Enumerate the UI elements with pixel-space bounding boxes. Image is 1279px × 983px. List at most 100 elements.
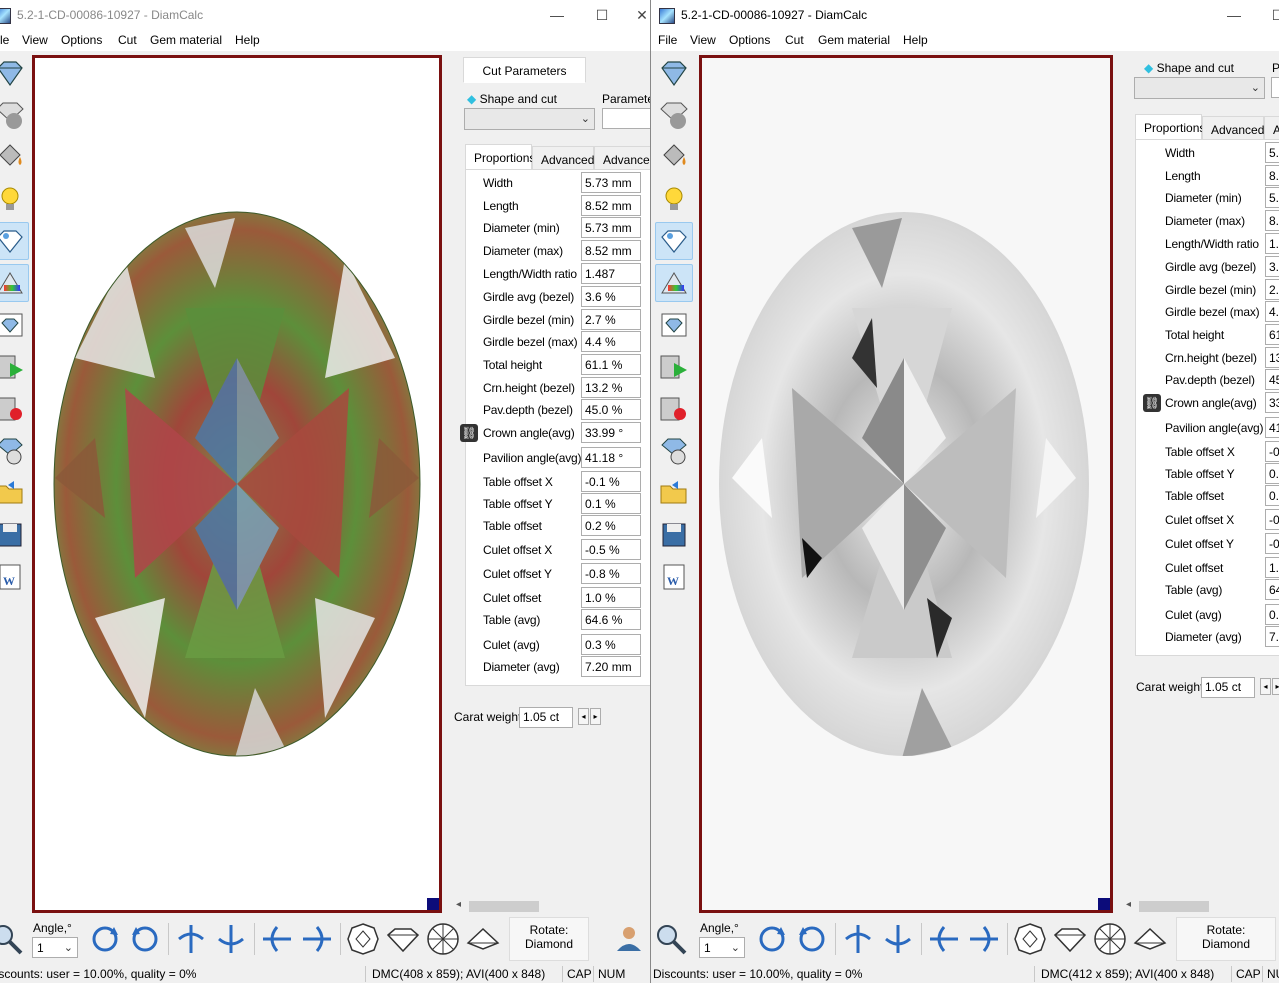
menu-gem-material[interactable]: Gem material <box>150 33 222 47</box>
spectrum-prism-icon[interactable] <box>655 264 693 302</box>
proportion-value-field[interactable]: 1.4 <box>1265 233 1279 254</box>
diamond-view-icon[interactable] <box>0 54 29 92</box>
proportion-value-field[interactable]: 64.6 % <box>581 609 641 630</box>
proportion-value-field[interactable]: -0.5 % <box>581 539 641 560</box>
proportion-value-field[interactable]: 61.1 % <box>581 354 641 375</box>
gem-sphere-icon[interactable] <box>0 96 29 134</box>
scroll-left-icon[interactable]: ◂ <box>456 899 461 910</box>
proportion-value-field[interactable]: 5.7 <box>1265 142 1279 163</box>
scroll-left-icon[interactable]: ◂ <box>1126 899 1131 910</box>
top-view-diamond-icon[interactable] <box>1012 921 1048 957</box>
open-folder-icon[interactable] <box>655 474 693 512</box>
proportion-value-field[interactable]: 3.6 % <box>581 286 641 307</box>
menu-view[interactable]: View <box>22 33 48 47</box>
tab-proportions[interactable]: Proportions <box>1135 114 1205 140</box>
proportion-value-field[interactable]: 5.73 mm <box>581 172 641 193</box>
gem-reel-icon[interactable] <box>0 432 29 470</box>
gem-sphere-icon[interactable] <box>655 96 693 134</box>
carat-decrease-icon[interactable]: ◂ <box>1260 678 1271 695</box>
top-view-diamond-icon[interactable] <box>345 921 381 957</box>
proportion-value-field[interactable]: 4.4 <box>1265 301 1279 322</box>
proportion-value-field[interactable]: 61 <box>1265 324 1279 345</box>
flip-horizontal-icon[interactable] <box>840 921 876 957</box>
flip-vertical-icon[interactable] <box>926 921 962 957</box>
minimize-icon[interactable]: — <box>542 5 572 25</box>
record-video-icon[interactable] <box>655 390 693 428</box>
rotate-ccw-icon[interactable] <box>794 921 830 957</box>
proportion-value-field[interactable]: 45.0 % <box>581 399 641 420</box>
title-bar[interactable]: 5.2-1-CD-00086-10927 - DiamCalc — ☐ <box>651 0 1279 31</box>
proportion-value-field[interactable]: 5.7 <box>1265 187 1279 208</box>
proportion-value-field[interactable]: 2.7 % <box>581 309 641 330</box>
rotate-ccw-icon[interactable] <box>127 921 163 957</box>
proportion-value-field[interactable]: 0.1 <box>1265 463 1279 484</box>
flip-vertical-reverse-icon[interactable] <box>966 921 1002 957</box>
tab-advanced-2[interactable]: Advanced <box>594 146 650 170</box>
menu-file[interactable]: File <box>658 33 677 47</box>
scrollbar-thumb[interactable] <box>1139 901 1209 912</box>
flip-vertical-reverse-icon[interactable] <box>299 921 335 957</box>
proportion-value-field[interactable]: 64 <box>1265 579 1279 600</box>
proportion-value-field[interactable]: 45 <box>1265 369 1279 390</box>
proportion-value-field[interactable]: 1.0 % <box>581 587 641 608</box>
diamond-view-icon[interactable] <box>655 54 693 92</box>
title-bar[interactable]: 5.2-1-CD-00086-10927 - DiamCalc — ☐ ✕ <box>0 0 650 31</box>
scrollbar-thumb[interactable] <box>469 901 539 912</box>
lock-icon[interactable]: ⛓ <box>460 424 478 442</box>
minimize-icon[interactable]: — <box>1219 5 1249 25</box>
maximize-icon[interactable]: ☐ <box>1263 5 1279 25</box>
shape-and-cut-dropdown[interactable]: ⌄ <box>1134 77 1265 99</box>
proportion-value-field[interactable]: 1.487 <box>581 263 641 284</box>
proportion-value-field[interactable]: -0.1 % <box>581 471 641 492</box>
tab-cut-parameters[interactable]: Cut Parameters <box>463 57 586 83</box>
flip-vertical-icon[interactable] <box>259 921 295 957</box>
proportion-value-field[interactable]: 0.3 % <box>581 634 641 655</box>
menu-help[interactable]: Help <box>903 33 928 47</box>
angle-select[interactable]: 1 ⌄ <box>32 937 78 958</box>
parameters-field[interactable] <box>1271 77 1279 98</box>
spectrum-prism-icon[interactable] <box>0 264 29 302</box>
angle-select[interactable]: 1 ⌄ <box>699 937 745 958</box>
carat-weight-field[interactable]: 1.05 ct <box>1201 677 1255 698</box>
carat-decrease-icon[interactable]: ◂ <box>578 708 589 725</box>
save-disk-icon[interactable] <box>655 516 693 554</box>
proportion-value-field[interactable]: -0.8 % <box>581 563 641 584</box>
side-view-diamond-icon[interactable] <box>385 921 421 957</box>
proportion-value-field[interactable]: 0.3 <box>1265 604 1279 625</box>
proportion-value-field[interactable]: 33 <box>1265 392 1279 413</box>
tab-advanced-2[interactable]: Ad <box>1264 116 1279 140</box>
paint-bucket-icon[interactable] <box>0 138 29 176</box>
play-video-icon[interactable] <box>0 348 29 386</box>
light-bulb-icon[interactable] <box>0 180 29 218</box>
proportion-value-field[interactable]: 3.6 <box>1265 256 1279 277</box>
proportion-value-field[interactable]: 0.2 % <box>581 515 641 536</box>
viewport-resize-corner[interactable] <box>427 898 439 910</box>
proportion-value-field[interactable]: 8.5 <box>1265 165 1279 186</box>
carat-increase-icon[interactable]: ▸ <box>1272 678 1279 695</box>
proportion-value-field[interactable]: 7.20 mm <box>581 656 641 677</box>
flip-horizontal-icon[interactable] <box>173 921 209 957</box>
menu-cut[interactable]: Cut <box>118 33 137 47</box>
proportion-value-field[interactable]: 13 <box>1265 347 1279 368</box>
picture-icon[interactable] <box>655 306 693 344</box>
menu-help[interactable]: Help <box>235 33 260 47</box>
panel-horizontal-scrollbar[interactable]: ◂ <box>1124 898 1279 915</box>
menu-gem-material[interactable]: Gem material <box>818 33 890 47</box>
pavilion-view-diamond-icon[interactable] <box>465 921 501 957</box>
open-folder-icon[interactable] <box>0 474 29 512</box>
rotate-cw-icon[interactable] <box>754 921 790 957</box>
carat-increase-icon[interactable]: ▸ <box>590 708 601 725</box>
menu-options[interactable]: Options <box>729 33 770 47</box>
paint-bucket-icon[interactable] <box>655 138 693 176</box>
proportion-value-field[interactable]: 33.99 ° <box>581 422 641 443</box>
proportion-value-field[interactable]: 1.0 <box>1265 557 1279 578</box>
proportion-value-field[interactable]: 7.2 <box>1265 626 1279 647</box>
proportion-value-field[interactable]: 41.18 ° <box>581 447 641 468</box>
menu-options[interactable]: Options <box>61 33 102 47</box>
proportion-value-field[interactable]: 0.1 % <box>581 493 641 514</box>
render-diamond-icon[interactable] <box>0 222 29 260</box>
proportion-value-field[interactable]: -0. <box>1265 533 1279 554</box>
play-video-icon[interactable] <box>655 348 693 386</box>
pavilion-view-diamond-icon[interactable] <box>1132 921 1168 957</box>
rotate-cw-icon[interactable] <box>87 921 123 957</box>
